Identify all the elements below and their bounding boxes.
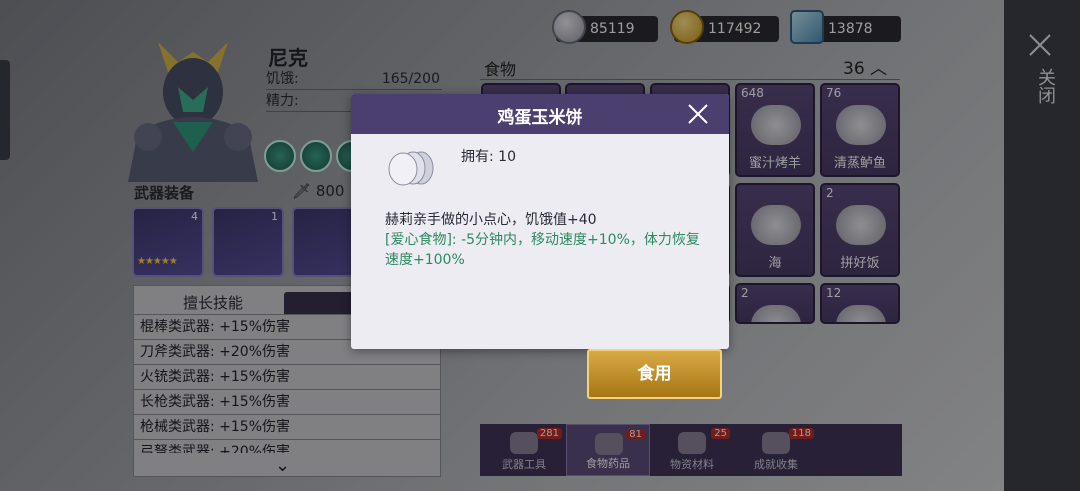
- close-icon[interactable]: [687, 103, 709, 125]
- item-detail-popup: 鸡蛋玉米饼 拥有: 10 赫莉亲手做的小点心，饥饿值+40 [爱心食物]: -5…: [351, 94, 729, 349]
- eat-button[interactable]: 食用: [587, 349, 722, 399]
- tortilla-icon: [388, 151, 434, 186]
- popup-title: 鸡蛋玉米饼: [497, 108, 583, 128]
- popup-header: 鸡蛋玉米饼: [351, 94, 729, 134]
- popup-owned: 拥有: 10: [461, 149, 516, 165]
- popup-description: 赫莉亲手做的小点心，饥饿值+40: [385, 212, 597, 228]
- popup-effect: [爱心食物]: -5分钟内，移动速度+10%，体力恢复速度+100%: [385, 232, 700, 268]
